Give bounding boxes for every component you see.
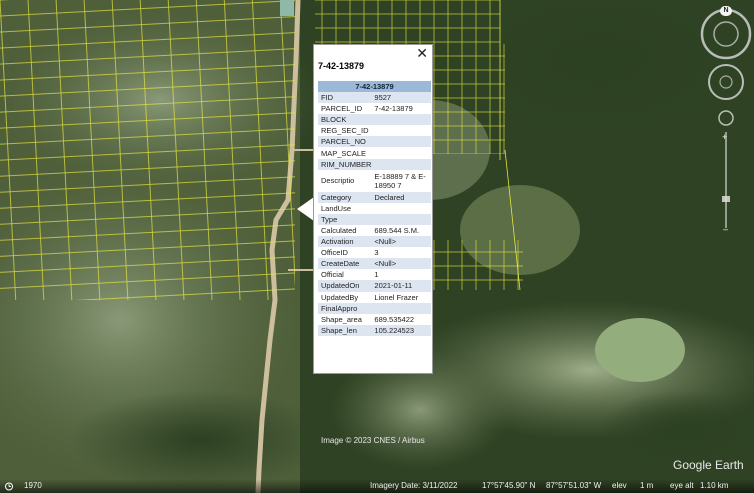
attribute-field: Shape_area bbox=[321, 314, 362, 324]
attribute-value bbox=[371, 147, 431, 158]
attribute-field: UpdatedBy bbox=[321, 292, 359, 302]
attribute-field: Shape_len bbox=[318, 324, 372, 336]
attribute-field: Official bbox=[321, 270, 344, 280]
attribute-value: 689.544 S.M. bbox=[374, 225, 420, 235]
attribute-row: Shape_len 105.224523 bbox=[318, 324, 431, 336]
eye-alt-value: 1.10 km bbox=[700, 481, 729, 490]
attribute-field: REG_SEC_ID bbox=[321, 126, 369, 136]
attribute-value bbox=[371, 125, 431, 136]
attribute-row: LandUse bbox=[318, 203, 431, 214]
elevation-value: 1 m bbox=[640, 481, 654, 490]
attribute-value bbox=[371, 213, 431, 225]
attribute-field: UpdatedOn bbox=[318, 280, 372, 292]
attribute-field: BLOCK bbox=[318, 114, 372, 126]
attribute-row: FinalAppro bbox=[318, 302, 431, 314]
attribute-field: RIM_NUMBER bbox=[318, 158, 372, 170]
attribute-row: Activation <Null> bbox=[318, 236, 431, 248]
attribute-value: 105.224523 bbox=[371, 324, 431, 336]
attribute-field: PARCEL_ID bbox=[321, 104, 363, 114]
attribute-row: FID 9527 bbox=[318, 92, 431, 104]
historical-year[interactable]: 1970 bbox=[24, 481, 42, 490]
attribute-field: MAP_SCALE bbox=[321, 148, 367, 158]
attribute-field: Calculated bbox=[321, 225, 357, 235]
attribute-value: E-18889 7 & E-18950 7 bbox=[374, 171, 426, 190]
longitude: 87°57'51.03" W bbox=[546, 481, 602, 490]
attribute-value: <Null> bbox=[371, 236, 431, 248]
attribute-value bbox=[371, 136, 431, 148]
attribute-value: 3 bbox=[374, 248, 379, 258]
attribute-table-header: 7-42-13879 bbox=[318, 81, 431, 92]
attribute-field: Activation bbox=[318, 236, 372, 248]
attribute-row: REG_SEC_ID bbox=[318, 125, 431, 136]
balloon-pointer bbox=[297, 197, 314, 221]
close-icon[interactable]: ✕ bbox=[416, 45, 428, 61]
attribute-field: Type bbox=[318, 213, 372, 225]
attribute-field: Category bbox=[318, 191, 372, 203]
attribute-table: 7-42-13879 FID 9527 PARCEL_ID 7-42-13879 BLO… bbox=[318, 81, 431, 336]
attribute-row: Official 1 bbox=[318, 269, 431, 280]
attribute-value: 2021-01-11 bbox=[371, 280, 431, 292]
attribute-row: PARCEL_ID 7-42-13879 bbox=[318, 103, 431, 114]
attribute-field: CreateDate bbox=[318, 258, 372, 270]
attribute-row: OfficeID 3 bbox=[318, 247, 431, 258]
parcel-info-balloon: ✕ 7-42-13879 7-42-13879 FID 9527 PARCEL_ID… bbox=[313, 44, 433, 374]
balloon-title: 7-42-13879 bbox=[318, 61, 365, 71]
attribute-row: UpdatedBy Lionel Frazer bbox=[318, 292, 431, 303]
attribute-value bbox=[371, 158, 431, 170]
attribute-row: RIM_NUMBER bbox=[318, 158, 431, 170]
clock-icon[interactable] bbox=[4, 482, 14, 491]
attribute-row: Category Declared bbox=[318, 191, 431, 203]
attribute-value bbox=[371, 203, 431, 214]
attribute-field: PARCEL_NO bbox=[318, 136, 372, 148]
attribute-field: Descriptio bbox=[321, 176, 355, 186]
elevation-label: elev bbox=[612, 481, 627, 490]
google-earth-logo: Google Earth bbox=[673, 458, 744, 472]
attribute-value: 689.535422 bbox=[374, 314, 415, 324]
attribute-field: OfficeID bbox=[321, 248, 348, 258]
attribute-row: MAP_SCALE bbox=[318, 147, 431, 158]
attribute-field: FinalAppro bbox=[318, 302, 372, 314]
compass[interactable]: N bbox=[700, 4, 754, 234]
attribute-row: Calculated 689.544 S.M. bbox=[318, 225, 431, 236]
attribute-value: 7-42-13879 bbox=[374, 104, 413, 114]
attribute-row: UpdatedOn 2021-01-11 bbox=[318, 280, 431, 292]
attribute-value: Lionel Frazer bbox=[374, 292, 419, 302]
attribute-value: <Null> bbox=[371, 258, 431, 270]
attribute-field: LandUse bbox=[321, 203, 352, 213]
attribute-value bbox=[371, 302, 431, 314]
status-bar: 1970 Imagery Date: 3/11/2022 17°57'45.90… bbox=[0, 479, 754, 493]
attribute-value: 1 bbox=[374, 270, 379, 280]
attribute-row: Type bbox=[318, 213, 431, 225]
attribute-row: CreateDate <Null> bbox=[318, 258, 431, 270]
attribute-value: Declared bbox=[371, 191, 431, 203]
attribute-row: PARCEL_NO bbox=[318, 136, 431, 148]
eye-alt-label: eye alt bbox=[670, 481, 694, 490]
imagery-copyright: Image © 2023 CNES / Airbus bbox=[321, 436, 425, 445]
attribute-row: Shape_area 689.535422 bbox=[318, 314, 431, 325]
attribute-row: BLOCK bbox=[318, 114, 431, 126]
attribute-value: 9527 bbox=[371, 92, 431, 104]
attribute-field: FID bbox=[318, 92, 372, 104]
attribute-value bbox=[371, 114, 431, 126]
attribute-row: Descriptio E-18889 7 & E-18950 7 bbox=[318, 170, 431, 192]
latitude: 17°57'45.90" N bbox=[482, 481, 536, 490]
north-indicator[interactable]: N bbox=[720, 6, 732, 16]
imagery-date: Imagery Date: 3/11/2022 bbox=[370, 481, 458, 490]
